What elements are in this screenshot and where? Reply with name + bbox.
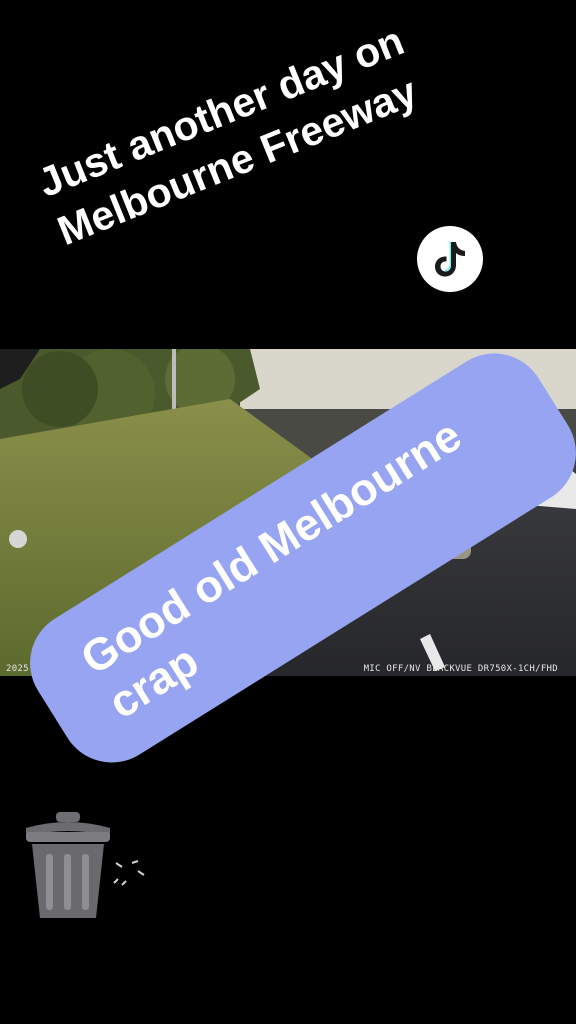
video-caption: Just another day on Melbourne Freeway bbox=[31, 0, 496, 257]
tiktok-note-icon bbox=[435, 241, 465, 277]
video-camera-info: MIC OFF/NV BLACKVUE DR750X-1CH/FHD bbox=[363, 664, 558, 674]
scribble-mark bbox=[108, 853, 154, 893]
trash-can-icon bbox=[22, 810, 114, 922]
tiktok-logo-icon[interactable] bbox=[417, 226, 483, 292]
